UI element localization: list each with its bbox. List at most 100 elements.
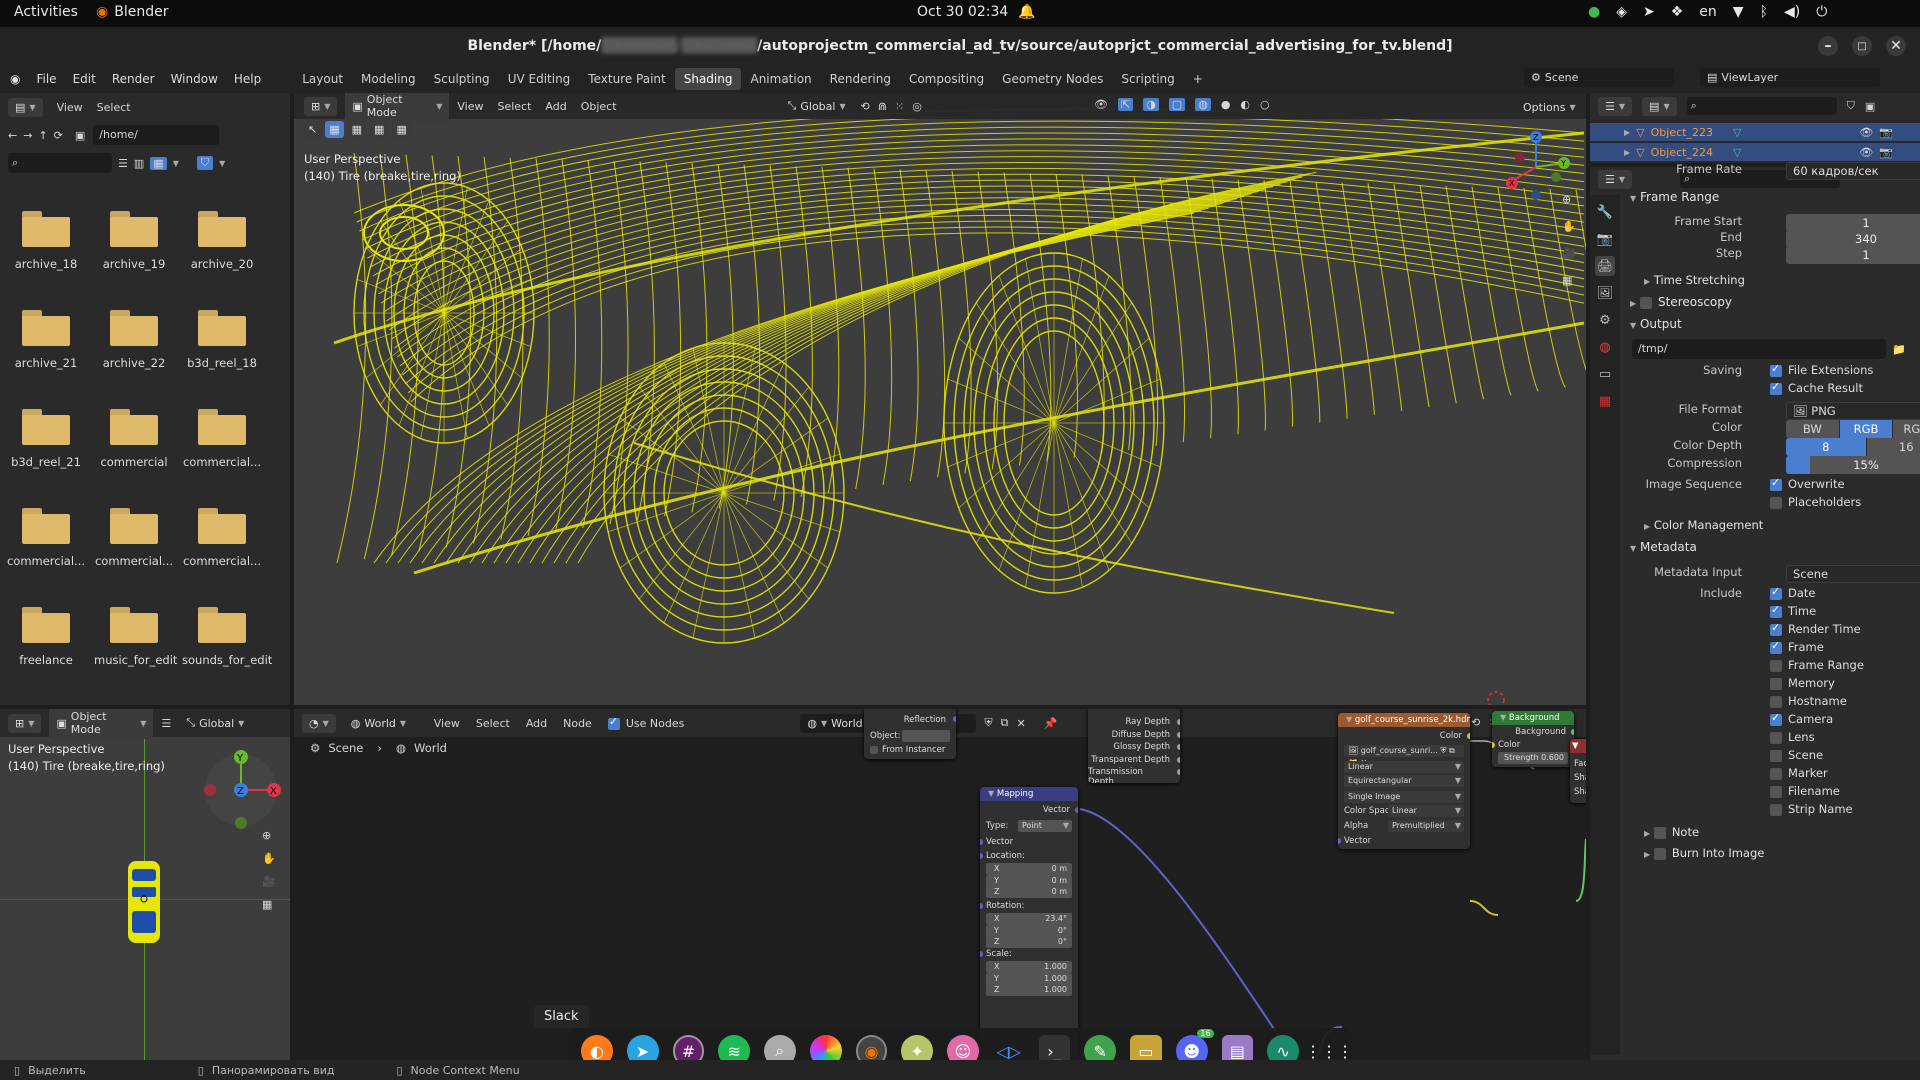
tab-compositing[interactable]: Compositing (900, 68, 993, 90)
use-nodes-checkbox[interactable]: Use Nodes (607, 715, 684, 730)
check-shield-icon[interactable]: ● (1588, 4, 1600, 20)
new-collection-icon[interactable]: ▣ (1865, 100, 1875, 113)
shader-type-select[interactable]: ◍ World ▼ (344, 714, 426, 733)
menu-render[interactable]: Render (104, 72, 163, 86)
3d-viewport[interactable]: ⊞ ▼ ▣ Object Mode ▼ View Select Add Object … (294, 93, 1586, 705)
folder-item[interactable]: sounds_for_edit (182, 607, 272, 667)
light-path-socket[interactable] (1177, 769, 1180, 775)
minimize-button[interactable]: – (1818, 36, 1838, 56)
snap-icon[interactable]: ⋒ (878, 100, 887, 113)
color-management-section[interactable]: ▶ Color Management (1644, 518, 1920, 540)
vp-menu-view[interactable]: View (457, 100, 483, 113)
file-extensions-checkbox[interactable]: File Extensions (1770, 362, 1873, 377)
include-date-checkbox[interactable]: Date (1770, 585, 1816, 600)
mapping-type-dropdown[interactable]: Point ▼ (1018, 820, 1072, 832)
camera-toggle-icon[interactable]: 📷 (1879, 126, 1893, 139)
vp-menu-select[interactable]: Select (497, 100, 531, 113)
light-path-socket[interactable] (1177, 744, 1180, 750)
ne-menu-add[interactable]: Add (526, 717, 547, 730)
tab-uv-editing[interactable]: UV Editing (499, 68, 580, 90)
burn-checkbox[interactable] (1653, 847, 1666, 860)
folder-item[interactable]: archive_18 (6, 211, 86, 271)
tv-mode-select[interactable]: ▣ Object Mode ▼ (49, 709, 154, 739)
mapping-scl-y-field[interactable]: Y 1.000 (986, 972, 1072, 985)
transform-orientation[interactable]: ⤡ Global ▼ (781, 96, 853, 116)
camera-toggle-icon[interactable]: 📷 (1879, 146, 1893, 159)
light-path-socket[interactable] (1177, 731, 1180, 738)
tab-texture-paint[interactable]: Texture Paint (579, 68, 674, 90)
view-layer-selector[interactable]: ▤ ViewLayer (1700, 68, 1880, 87)
location-socket[interactable] (980, 853, 983, 859)
clock[interactable]: Oct 30 02:34 🔔 (917, 4, 1036, 20)
material-shading-icon[interactable]: ◐ (1240, 98, 1250, 111)
note-checkbox[interactable] (1653, 826, 1666, 839)
time-stretching-section[interactable]: ▶ Time Stretching (1644, 273, 1920, 295)
output-tab-icon[interactable]: 🖨 (1595, 256, 1615, 276)
include-camera-checkbox[interactable]: Camera (1770, 711, 1833, 726)
expand-icon[interactable]: ▶ (1624, 148, 1630, 157)
vector-out-socket[interactable] (1075, 807, 1078, 813)
gizmo-icon[interactable]: ⇱ (1117, 98, 1134, 111)
camera-view-icon[interactable]: 🎥 (262, 875, 280, 888)
viewport-editor-type[interactable]: ⊞ ▼ (304, 96, 338, 116)
vector-in-socket[interactable] (980, 839, 983, 845)
from-instancer-checkbox[interactable]: From Instancer (870, 745, 945, 755)
menu-window[interactable]: Window (163, 72, 226, 86)
select-extend-icon[interactable]: ▦ (347, 121, 367, 138)
editor-type-button[interactable]: ▤ ▼ (8, 97, 43, 117)
menu-edit[interactable]: Edit (65, 72, 104, 86)
properties-editor-type[interactable]: ☰ ▼ (1598, 169, 1633, 189)
outliner-row-object-223[interactable]: ▶ ▽ Object_223 ▽ 👁 📷 (1590, 123, 1920, 141)
folder-item[interactable]: archive_21 (6, 310, 86, 370)
include-frame-checkbox[interactable]: Frame (1770, 639, 1824, 654)
world-tab-icon[interactable]: ◍ (1595, 337, 1615, 357)
output-section[interactable]: ▼ Output (1630, 317, 1920, 339)
discord-tray-icon[interactable]: ◈ (1616, 4, 1627, 20)
ne-menu-node[interactable]: Node (563, 717, 592, 730)
system-tray[interactable]: ● ◈ ➤ ❖ en ▼ ᛒ ◀) ⏻ (1588, 4, 1827, 20)
folder-item[interactable]: commercial... (182, 508, 262, 568)
filter-options-icon[interactable]: ▼ (219, 159, 225, 168)
mapping-scl-x-field[interactable]: X 1.000 (986, 961, 1072, 973)
world-output-node[interactable]: ▼ Fac Shad Shad (1570, 739, 1586, 803)
list-horizontal-icon[interactable]: ▥ (134, 157, 144, 170)
wireframe-shading-icon[interactable]: ◍ (1195, 98, 1211, 111)
include-render-time-checkbox[interactable]: Render Time (1770, 621, 1861, 636)
snap-target-icon[interactable]: ⁙ (895, 100, 904, 113)
light-path-node[interactable]: Ray Depth Diffuse Depth Glossy Depth Transp… (1088, 709, 1180, 783)
tab-sculpting[interactable]: Sculpting (425, 68, 499, 90)
list-vertical-icon[interactable]: ☰ (118, 157, 128, 170)
menu-help[interactable]: Help (226, 72, 269, 86)
output-path-field[interactable]: /tmp/ (1632, 339, 1887, 359)
folder-item[interactable]: freelance (6, 607, 86, 667)
tv-editor-type[interactable]: ⊞ ▼ (8, 713, 42, 733)
folder-browse-icon[interactable]: 📁 (1892, 343, 1906, 356)
background-node[interactable]: ▼ Background Background Color Strength 0.… (1492, 711, 1574, 767)
include-frame-range-checkbox[interactable]: Frame Range (1770, 658, 1864, 672)
select-subtract-icon[interactable]: ▦ (370, 121, 389, 138)
folder-item[interactable]: commercial (94, 409, 174, 469)
thumbnail-view-icon[interactable]: ▦ (150, 156, 167, 170)
power-icon[interactable]: ⏻ (1816, 4, 1827, 20)
folder-item[interactable]: archive_20 (182, 211, 262, 271)
telegram-tray-icon[interactable]: ➤ (1643, 4, 1655, 20)
eye-icon[interactable]: 👁 (1859, 126, 1873, 139)
menu-file[interactable]: File (28, 72, 64, 86)
solid-shading-icon[interactable]: ● (1221, 98, 1231, 111)
frame-step-field[interactable]: 1 (1786, 246, 1920, 264)
ortho-grid-icon[interactable]: ▦ (1562, 274, 1580, 287)
tv-menu-icon[interactable]: ☰ (161, 717, 171, 730)
compression-slider[interactable]: 15% (1786, 456, 1920, 474)
tab-animation[interactable]: Animation (741, 68, 820, 90)
mapping-loc-y-field[interactable]: Y0 m (986, 874, 1072, 887)
camera-view-icon[interactable]: 🎥 (1562, 247, 1580, 260)
unlink-icon[interactable]: ✕ (1016, 717, 1025, 730)
overwrite-checkbox[interactable]: Overwrite (1770, 476, 1845, 491)
color-rgba-button[interactable]: RGBA (1893, 420, 1920, 438)
render-tab-icon[interactable]: 📷 (1595, 229, 1615, 249)
outliner-row-object-224[interactable]: ▶ ▽ Object_224 ▽ 👁 📷 (1590, 143, 1920, 161)
mapping-header[interactable]: ▼ Mapping (980, 787, 1078, 801)
collection-tab-icon[interactable]: ▭ (1595, 364, 1615, 384)
breadcrumb-scene[interactable]: Scene (328, 741, 363, 755)
tab-modeling[interactable]: Modeling (352, 68, 425, 90)
